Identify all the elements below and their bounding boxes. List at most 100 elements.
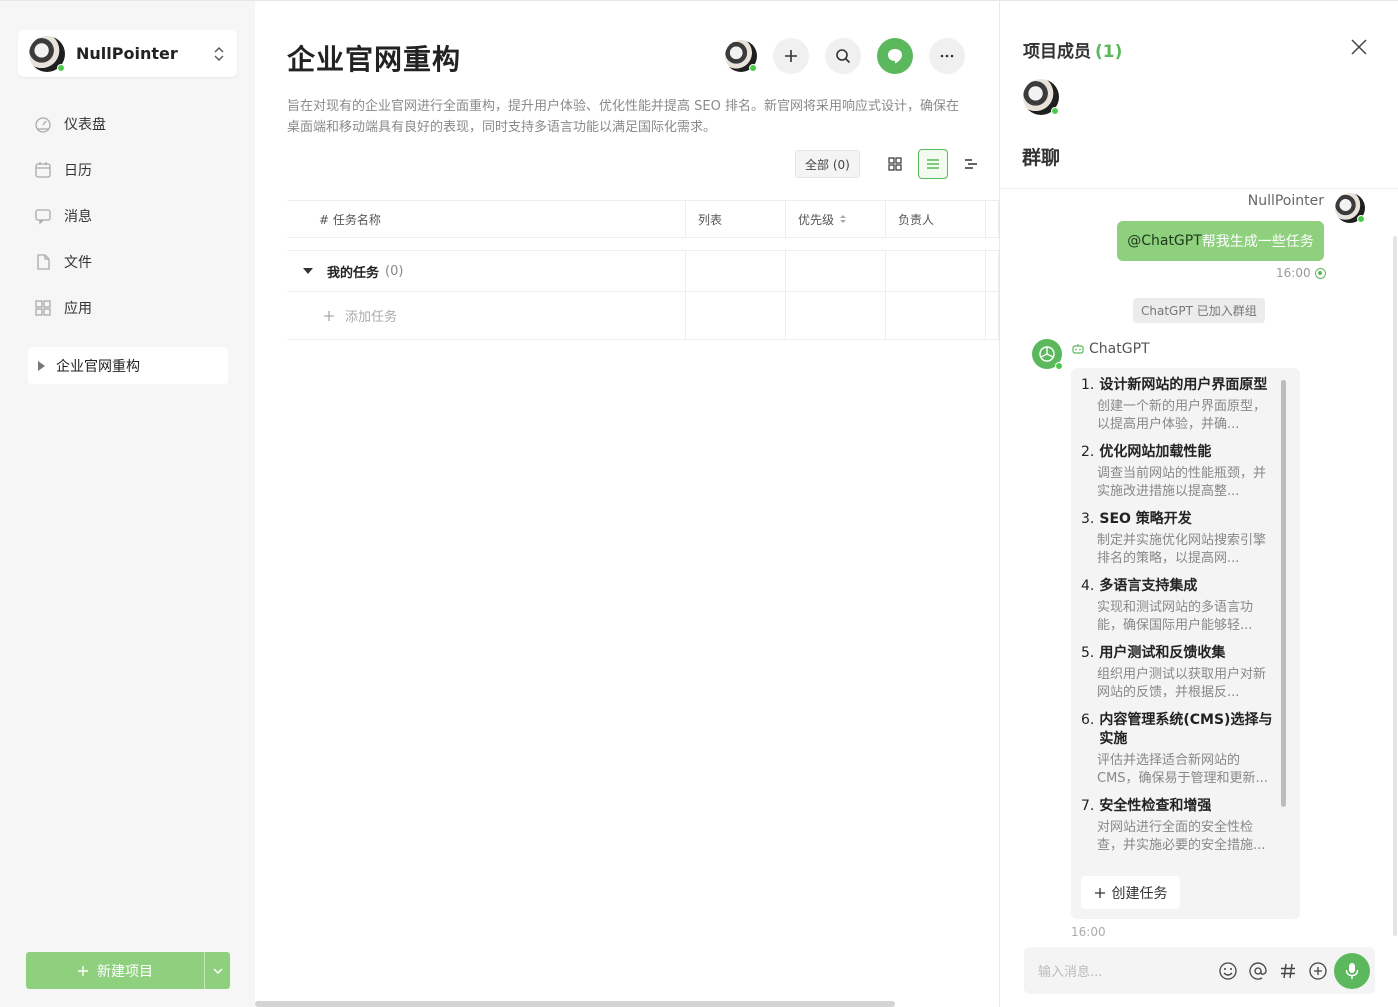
search-icon (836, 49, 851, 64)
create-task-button[interactable]: 创建任务 (1081, 876, 1180, 909)
task-number: 4. (1081, 578, 1095, 594)
card-scrollbar[interactable] (1281, 380, 1286, 807)
openai-logo-icon (1039, 346, 1055, 362)
list-item[interactable]: 7. 安全性检查和增强 对网站进行全面的安全性检查，并实施必要的安全措施... (1081, 797, 1277, 855)
group-chat-title: 群聊 (1022, 147, 1061, 169)
table-cell (886, 251, 986, 291)
add-task-label: 添加任务 (345, 310, 398, 325)
gantt-view-icon (964, 159, 977, 169)
create-task-label: 创建任务 (1111, 885, 1168, 902)
column-header-task-name[interactable]: # 任务名称 (287, 201, 686, 237)
bot-name-row: ChatGPT (1071, 341, 1150, 357)
new-project-button[interactable]: 新建项目 (26, 952, 204, 989)
more-horizontal-icon (940, 54, 954, 58)
table-cell (986, 251, 999, 291)
user-switcher[interactable]: NullPointer (18, 30, 237, 77)
column-header-priority[interactable]: 优先级 (786, 201, 886, 237)
outgoing-message: @ChatGPT 帮我生成一些任务 (1117, 221, 1324, 261)
sidebar: NullPointer 仪表盘 日历 消息 文件 应用 企业官网重构 新建项目 (0, 0, 255, 1007)
chat-scrollbar[interactable] (1393, 236, 1397, 936)
add-circle-icon[interactable] (1308, 961, 1328, 981)
sender-avatar (1335, 193, 1365, 223)
task-title: 内容管理系统(CMS)选择与实施 (1099, 712, 1273, 747)
more-button[interactable] (929, 38, 965, 74)
sidebar-item-label: 仪表盘 (64, 117, 106, 133)
project-description: 旨在对现有的企业官网进行全面重构，提升用户体验、优化性能并提高 SEO 排名。新… (287, 99, 959, 135)
chatgpt-avatar (1032, 339, 1063, 370)
sidebar-item-label: 消息 (64, 209, 92, 225)
message-composer: 输入消息... (1024, 947, 1375, 994)
task-title: SEO 策略开发 (1099, 511, 1192, 527)
add-task-button[interactable]: 添加任务 (287, 292, 686, 339)
task-title: 安全性检查和增强 (1099, 798, 1212, 814)
member-avatar[interactable] (1023, 79, 1059, 115)
task-number: 5. (1081, 645, 1095, 661)
list-item[interactable]: 4. 多语言支持集成 实现和测试网站的多语言功能，确保国际用户能够轻... (1081, 577, 1277, 635)
list-view-button[interactable] (917, 149, 948, 179)
sidebar-item-calendar[interactable]: 日历 (28, 147, 228, 193)
board-view-button[interactable] (880, 149, 910, 179)
user-name: NullPointer (76, 44, 178, 63)
task-description: 实现和测试网站的多语言功能，确保国际用户能够轻... (1097, 600, 1254, 633)
microphone-icon (1345, 962, 1359, 979)
list-item[interactable]: 5. 用户测试和反馈收集 组织用户测试以获取用户对新网站的反馈，并根据反... (1081, 644, 1277, 702)
mention-chatgpt[interactable]: @ChatGPT (1127, 233, 1202, 249)
members-label: 项目成员 (1023, 42, 1091, 62)
plus-icon (324, 310, 334, 321)
file-icon (37, 254, 50, 270)
task-title: 设计新网站的用户界面原型 (1099, 377, 1268, 393)
apps-icon (35, 300, 51, 316)
message-meta: 16:00 (1276, 266, 1326, 280)
list-item[interactable]: 1. 设计新网站的用户界面原型 创建一个新的用户界面原型，以提高用户体验，并确..… (1081, 376, 1277, 434)
task-description: 组织用户测试以获取用户对新网站的反馈，并根据反... (1097, 667, 1267, 700)
task-group-cell[interactable]: 我的任务 (0) (287, 251, 686, 291)
list-item[interactable]: 6. 内容管理系统(CMS)选择与实施 评估并选择适合新网站的 CMS，确保易于管… (1081, 711, 1277, 788)
table-cell (786, 292, 886, 339)
generated-tasks-card: 1. 设计新网站的用户界面原型 创建一个新的用户界面原型，以提高用户体验，并确..… (1071, 368, 1300, 919)
list-item[interactable]: 3. SEO 策略开发 制定并实施优化网站搜索引擎排名的策略，以提高网... (1081, 510, 1277, 568)
view-toolbar: 全部 (0) (795, 149, 986, 179)
horizontal-scrollbar[interactable] (255, 1001, 895, 1007)
task-number: 6. (1081, 712, 1095, 728)
search-button[interactable] (825, 38, 861, 74)
list-item[interactable]: 2. 优化网站加载性能 调查当前网站的性能瓶颈，并实施改进措施以提高整... (1081, 443, 1277, 501)
column-header-owner[interactable]: 负责人 (886, 201, 986, 237)
sidebar-item-label: 应用 (64, 301, 92, 317)
dashboard-icon (35, 117, 51, 133)
message-input[interactable]: 输入消息... (1038, 961, 1218, 980)
collapse-caret-icon[interactable] (303, 268, 313, 274)
expand-arrow-icon[interactable] (38, 360, 45, 371)
gantt-view-button[interactable] (956, 149, 986, 179)
close-icon[interactable] (1349, 37, 1369, 57)
task-description: 对网站进行全面的安全性检查，并实施必要的安全措施... (1097, 820, 1266, 853)
hashtag-icon[interactable] (1278, 961, 1298, 981)
task-description: 评估并选择适合新网站的 CMS，确保易于管理和更新... (1097, 753, 1268, 786)
new-project-dropdown-button[interactable] (204, 952, 230, 989)
column-header-list[interactable]: 列表 (686, 201, 786, 237)
table-header: # 任务名称 列表 优先级 负责人 (287, 200, 999, 238)
sidebar-item-apps[interactable]: 应用 (28, 285, 228, 331)
member-avatar[interactable] (725, 40, 757, 72)
column-header-extra (986, 201, 999, 237)
sort-icon[interactable] (838, 213, 848, 225)
online-status-dot (1055, 362, 1063, 370)
grid-view-icon (888, 157, 902, 171)
mention-icon[interactable] (1248, 961, 1268, 981)
emoji-icon[interactable] (1218, 961, 1238, 981)
chevron-up-down-icon (214, 46, 224, 61)
calendar-icon (35, 162, 51, 178)
sidebar-item-messages[interactable]: 消息 (28, 193, 228, 239)
voice-input-button[interactable] (1334, 952, 1370, 989)
task-group-count: (0) (385, 263, 404, 279)
plus-icon (1094, 887, 1105, 898)
chat-toggle-button[interactable] (877, 38, 913, 74)
chevron-down-icon (212, 967, 223, 974)
app-window: NullPointer 仪表盘 日历 消息 文件 应用 企业官网重构 新建项目 … (0, 0, 1398, 1007)
sidebar-project-item[interactable]: 企业官网重构 (28, 347, 228, 384)
add-button[interactable] (773, 38, 809, 74)
message-time: 16:00 (1071, 925, 1106, 939)
sidebar-item-files[interactable]: 文件 (28, 239, 228, 285)
filter-all-chip[interactable]: 全部 (0) (795, 150, 860, 178)
sidebar-item-dashboard[interactable]: 仪表盘 (28, 101, 228, 147)
read-status-icon (1314, 267, 1326, 279)
